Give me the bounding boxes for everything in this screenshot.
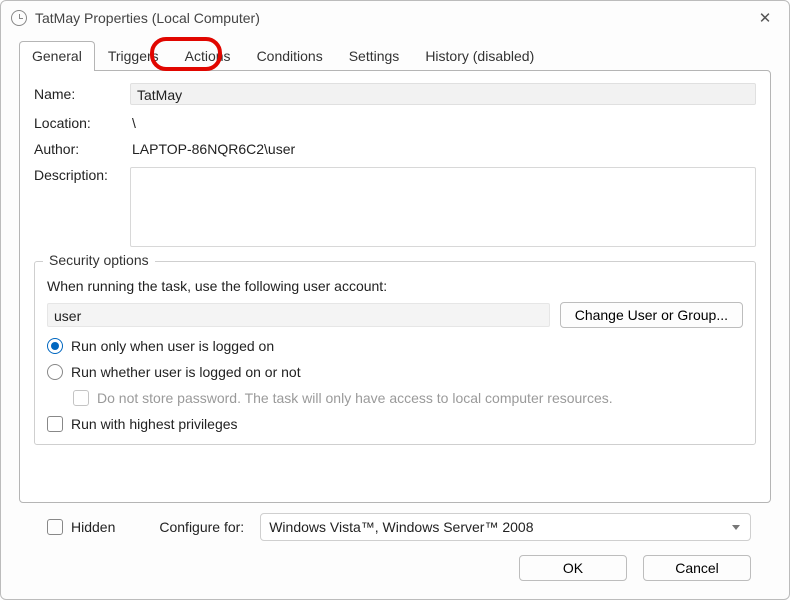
tab-history[interactable]: History (disabled) bbox=[412, 41, 547, 71]
checkbox-icon bbox=[73, 390, 89, 406]
user-account-row: user Change User or Group... bbox=[47, 302, 743, 328]
properties-dialog: TatMay Properties (Local Computer) ✕ Gen… bbox=[0, 0, 790, 600]
description-input[interactable] bbox=[130, 167, 756, 247]
label-author: Author: bbox=[34, 141, 130, 157]
security-prompt: When running the task, use the following… bbox=[47, 278, 743, 294]
checkbox-hidden[interactable]: Hidden bbox=[47, 519, 115, 535]
radio-icon[interactable] bbox=[47, 338, 63, 354]
label-configure-for: Configure for: bbox=[159, 519, 244, 535]
user-account-display: user bbox=[47, 303, 550, 327]
content-area: General Triggers Actions Conditions Sett… bbox=[1, 35, 789, 599]
row-description: Description: bbox=[34, 167, 756, 247]
checkbox-no-store-password: Do not store password. The task will onl… bbox=[73, 390, 743, 406]
security-legend: Security options bbox=[43, 252, 155, 268]
tab-settings[interactable]: Settings bbox=[336, 41, 413, 71]
checkbox-label: Run with highest privileges bbox=[71, 416, 238, 432]
cancel-button[interactable]: Cancel bbox=[643, 555, 751, 581]
radio-run-logged-on[interactable]: Run only when user is logged on bbox=[47, 338, 743, 354]
ok-button[interactable]: OK bbox=[519, 555, 627, 581]
checkbox-label: Do not store password. The task will onl… bbox=[97, 390, 613, 406]
select-value: Windows Vista™, Windows Server™ 2008 bbox=[269, 519, 533, 535]
change-user-button[interactable]: Change User or Group... bbox=[560, 302, 743, 328]
checkbox-icon[interactable] bbox=[47, 416, 63, 432]
tab-actions[interactable]: Actions bbox=[172, 41, 244, 71]
checkbox-highest-privileges[interactable]: Run with highest privileges bbox=[47, 416, 743, 432]
location-value: \ bbox=[130, 115, 136, 131]
titlebar: TatMay Properties (Local Computer) ✕ bbox=[1, 1, 789, 35]
radio-run-whether[interactable]: Run whether user is logged on or not bbox=[47, 364, 743, 380]
configure-for-select[interactable]: Windows Vista™, Windows Server™ 2008 bbox=[260, 513, 751, 541]
row-name: Name: TatMay bbox=[34, 83, 756, 105]
label-name: Name: bbox=[34, 86, 130, 102]
label-location: Location: bbox=[34, 115, 130, 131]
clock-icon bbox=[11, 10, 27, 26]
checkbox-label: Hidden bbox=[71, 519, 115, 535]
row-author: Author: LAPTOP-86NQR6C2\user bbox=[34, 141, 756, 157]
checkbox-icon[interactable] bbox=[47, 519, 63, 535]
tab-conditions[interactable]: Conditions bbox=[244, 41, 336, 71]
radio-label: Run whether user is logged on or not bbox=[71, 364, 301, 380]
name-input[interactable]: TatMay bbox=[130, 83, 756, 105]
tabstrip: General Triggers Actions Conditions Sett… bbox=[19, 41, 771, 71]
author-value: LAPTOP-86NQR6C2\user bbox=[130, 141, 295, 157]
tab-triggers[interactable]: Triggers bbox=[95, 41, 172, 71]
radio-icon[interactable] bbox=[47, 364, 63, 380]
row-location: Location: \ bbox=[34, 115, 756, 131]
security-options-group: Security options When running the task, … bbox=[34, 261, 756, 445]
tab-general[interactable]: General bbox=[19, 41, 95, 71]
button-bar: OK Cancel bbox=[19, 555, 771, 599]
label-description: Description: bbox=[34, 167, 130, 183]
radio-label: Run only when user is logged on bbox=[71, 338, 274, 354]
close-icon[interactable]: ✕ bbox=[751, 9, 779, 27]
footer-row: Hidden Configure for: Windows Vista™, Wi… bbox=[19, 503, 771, 555]
window-title: TatMay Properties (Local Computer) bbox=[35, 10, 751, 26]
tabpanel-general: Name: TatMay Location: \ Author: LAPTOP-… bbox=[19, 70, 771, 503]
